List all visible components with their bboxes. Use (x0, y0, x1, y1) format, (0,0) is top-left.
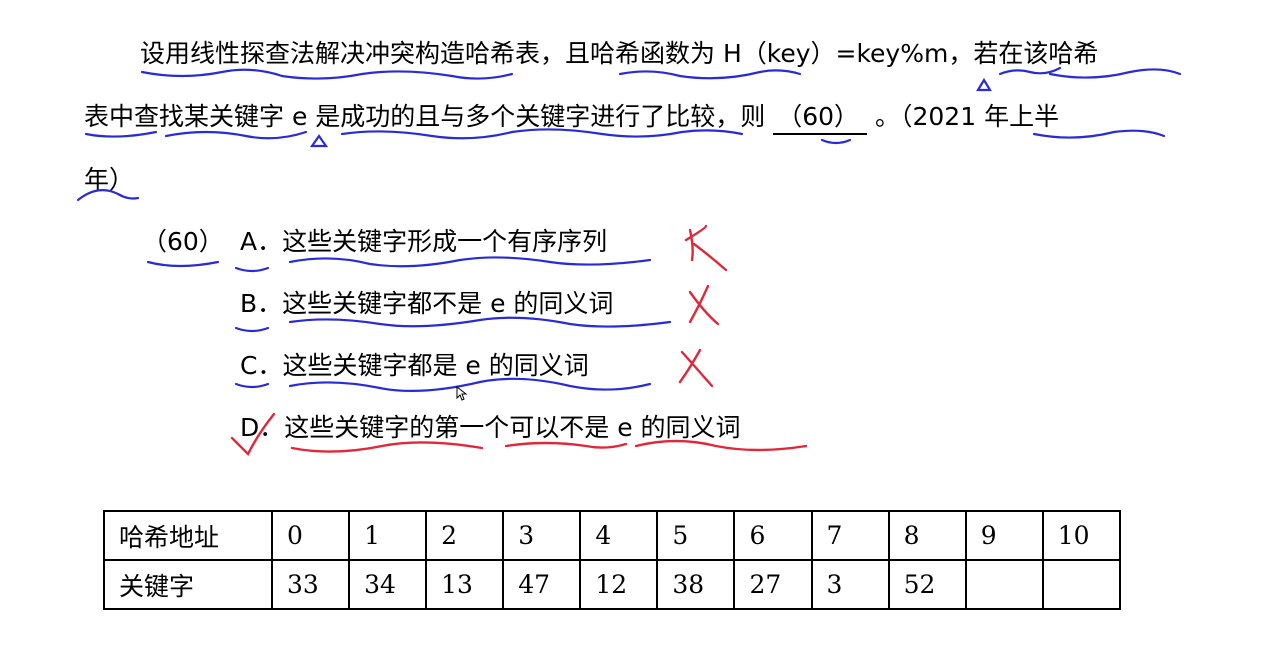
key-cell (1041, 559, 1122, 610)
row-label-key: 关键字 (103, 559, 273, 610)
underline-q1-d (1048, 68, 1182, 79)
option-b: B．这些关键字都不是 e 的同义词 (240, 288, 613, 320)
underline-number (146, 260, 220, 268)
question-line-2-text: 表中查找某关键字 e 是成功的且与多个关键字进行了比较，则 (84, 102, 766, 131)
key-cell: 34 (348, 559, 428, 610)
question-number-text: （60） (142, 227, 224, 256)
cross-mark-a (684, 224, 728, 272)
cross-mark-b (688, 284, 720, 326)
address-cell: 3 (502, 510, 582, 561)
option-a-text: 这些关键字形成一个有序序列 (282, 227, 608, 256)
option-d-letter: D． (240, 413, 285, 442)
address-cell: 8 (887, 510, 967, 561)
address-cell: 2 (425, 510, 505, 561)
option-a-letter: A． (240, 227, 283, 256)
option-b-text: 这些关键字都不是 e 的同义词 (282, 289, 614, 318)
answer-blank: （60） (773, 101, 868, 135)
underline-q1-b (618, 69, 802, 80)
key-cell: 3 (810, 559, 890, 610)
option-c-text: 这些关键字都是 e 的同义词 (282, 351, 589, 380)
cross-mark-c (678, 348, 714, 388)
address-cell: 0 (270, 510, 351, 561)
underline-a-text (288, 256, 652, 268)
address-cell: 4 (579, 510, 659, 561)
question-line-2: 表中查找某关键字 e 是成功的且与多个关键字进行了比较，则 （60） 。（202… (84, 101, 1059, 135)
question-number: （60） (142, 226, 224, 258)
mouse-cursor-icon (456, 386, 468, 401)
underline-c-letter (234, 382, 270, 389)
address-cell: 9 (964, 510, 1044, 561)
underline-b-letter (234, 326, 270, 333)
triangle-mark-2 (309, 134, 329, 148)
key-cell: 27 (733, 559, 813, 610)
key-cell: 38 (656, 559, 736, 610)
question-line-3-text: 年） (84, 165, 135, 194)
key-cell (964, 559, 1044, 610)
hash-key-row: 关键字 33 34 13 47 12 38 27 3 52 (103, 559, 1122, 610)
triangle-mark-1 (976, 77, 992, 92)
key-cell: 52 (887, 559, 967, 610)
question-line-1-text: 设用线性探查法解决冲突构造哈希表，且哈希函数为 H（key）=key%m，若在该… (140, 39, 1099, 68)
option-a: A．这些关键字形成一个有序序列 (240, 226, 607, 258)
option-c-letter: C． (240, 351, 283, 380)
option-b-letter: B． (240, 289, 283, 318)
question-line-3: 年） (84, 164, 134, 196)
hash-address-row: 哈希地址 0 1 2 3 4 5 6 7 8 9 10 (103, 510, 1122, 561)
hash-table: 哈希地址 0 1 2 3 4 5 6 7 8 9 10 关键字 33 34 13… (103, 510, 1122, 610)
key-cell: 12 (579, 559, 659, 610)
key-cell: 33 (270, 559, 351, 610)
address-cell: 1 (348, 510, 428, 561)
option-c: C．这些关键字都是 e 的同义词 (240, 350, 589, 382)
option-d-text: 这些关键字的第一个可以不是 e 的同义词 (284, 413, 741, 442)
address-cell: 6 (733, 510, 813, 561)
question-line-1: 设用线性探查法解决冲突构造哈希表，且哈希函数为 H（key）=key%m，若在该… (140, 38, 1098, 70)
option-d: D．这些关键字的第一个可以不是 e 的同义词 (240, 412, 741, 444)
key-cell: 13 (425, 559, 505, 610)
address-cell: 5 (656, 510, 736, 561)
row-label-address: 哈希地址 (103, 510, 273, 561)
address-cell: 10 (1041, 510, 1122, 561)
question-line-2-tail: 。（2021 年上半 (875, 102, 1060, 131)
key-cell: 47 (502, 559, 582, 610)
underline-a-letter (234, 266, 270, 273)
underline-q2-d (820, 138, 852, 145)
address-cell: 7 (810, 510, 890, 561)
underline-q1-a (140, 68, 514, 80)
